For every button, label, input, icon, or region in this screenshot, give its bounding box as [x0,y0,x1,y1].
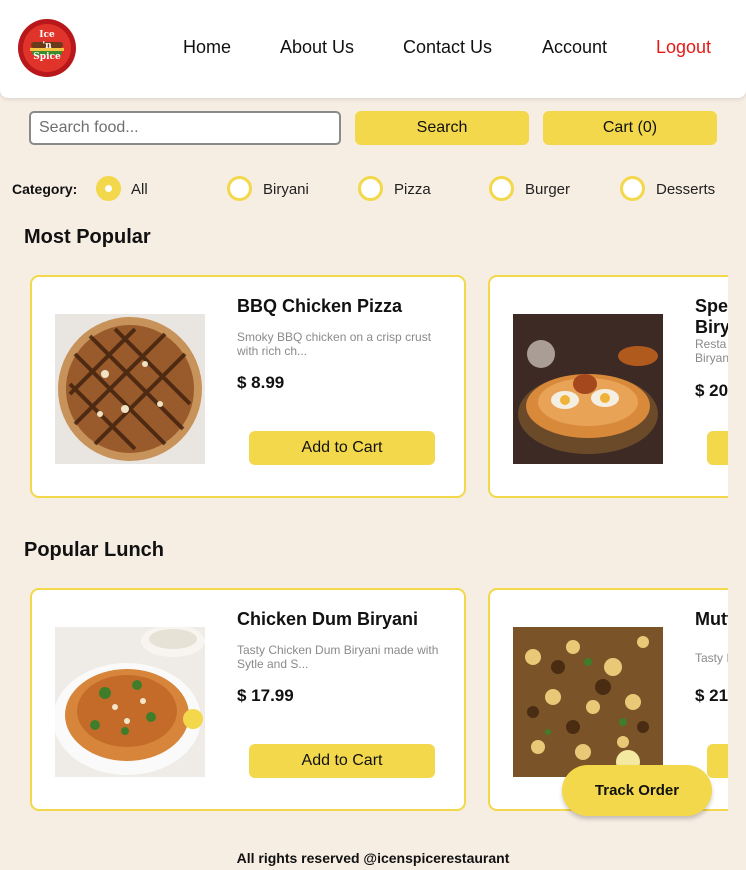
food-image-biryani-egg [513,314,663,464]
add-to-cart-button[interactable]: Add to Cart [249,431,435,465]
radio-desserts[interactable] [620,176,645,201]
food-price: $ 17.99 [237,686,294,705]
category-filter: Category: All Biryani Pizza Burger Desse… [0,165,746,212]
radio-label-biryani: Biryani [263,181,309,198]
food-description: Tasty Chicken Dum Biryani made with Sytl… [237,643,439,671]
radio-label-burger: Burger [525,181,571,198]
radio-label-pizza: Pizza [394,181,431,198]
pizza-illustration [58,317,202,461]
food-description-line2: Biryan [695,351,728,365]
food-image-biryani-plate [55,627,205,777]
food-title-line1: Spe [695,296,728,316]
biryani-egg-illustration [513,314,663,464]
food-price: $ 20 [695,381,728,400]
radio-burger[interactable] [489,176,514,201]
search-input[interactable] [29,111,341,145]
food-card: Chicken Dum Biryani Tasty Chicken Dum Bi… [30,588,466,811]
nav-about-us[interactable]: About Us [280,37,354,58]
section-title-most-popular: Most Popular [24,226,151,248]
add-to-cart-button[interactable]: Add to Cart [249,744,435,778]
radio-all[interactable] [96,176,121,201]
food-description: Resta Biryan [695,337,728,365]
food-image-pizza [55,314,205,464]
food-title: Spe Biry [695,296,728,338]
add-to-cart-button[interactable] [707,431,728,465]
food-title-line2: Biry [695,317,728,337]
section-title-popular-lunch: Popular Lunch [24,539,164,561]
header: Ice 'n Spice Home About Us Contact Us Ac… [0,0,746,98]
food-title: BBQ Chicken Pizza [237,296,403,316]
food-price: $ 21 [695,686,728,705]
radio-biryani[interactable] [227,176,252,201]
biryani-plate-illustration [55,627,205,777]
food-card: BBQ Chicken Pizza Smoky BBQ chicken on a… [30,275,466,498]
radio-label-desserts: Desserts [656,181,716,198]
nav-contact-us[interactable]: Contact Us [403,37,492,58]
footer-copyright: All rights reserved @icenspicerestaurant [236,850,510,866]
food-title: Chicken Dum Biryani [237,609,419,629]
mutton-biryani-illustration [513,627,663,777]
food-description: Tasty I [695,651,728,665]
food-description: Smoky BBQ chicken on a crisp crust with … [237,330,432,358]
logo-text: Ice 'n Spice [33,30,61,62]
food-price: $ 8.99 [237,373,285,392]
nav-home[interactable]: Home [183,37,231,58]
food-card: Spe Biry Resta Biryan $ 20 [488,275,728,498]
cart-button[interactable]: Cart (0) [543,111,717,145]
track-order-button[interactable]: Track Order [562,765,712,816]
radio-pizza[interactable] [358,176,383,201]
food-description-line1: Resta [695,337,727,351]
radio-label-all: All [131,181,148,198]
category-label: Category: [12,181,78,197]
search-button[interactable]: Search [355,111,529,145]
add-to-cart-button[interactable] [707,744,728,778]
nav-logout[interactable]: Logout [656,37,711,58]
logo[interactable]: Ice 'n Spice [17,18,77,78]
food-title: Mutt [695,609,728,629]
nav-account[interactable]: Account [542,37,607,58]
food-image-mutton-biryani [513,627,663,777]
